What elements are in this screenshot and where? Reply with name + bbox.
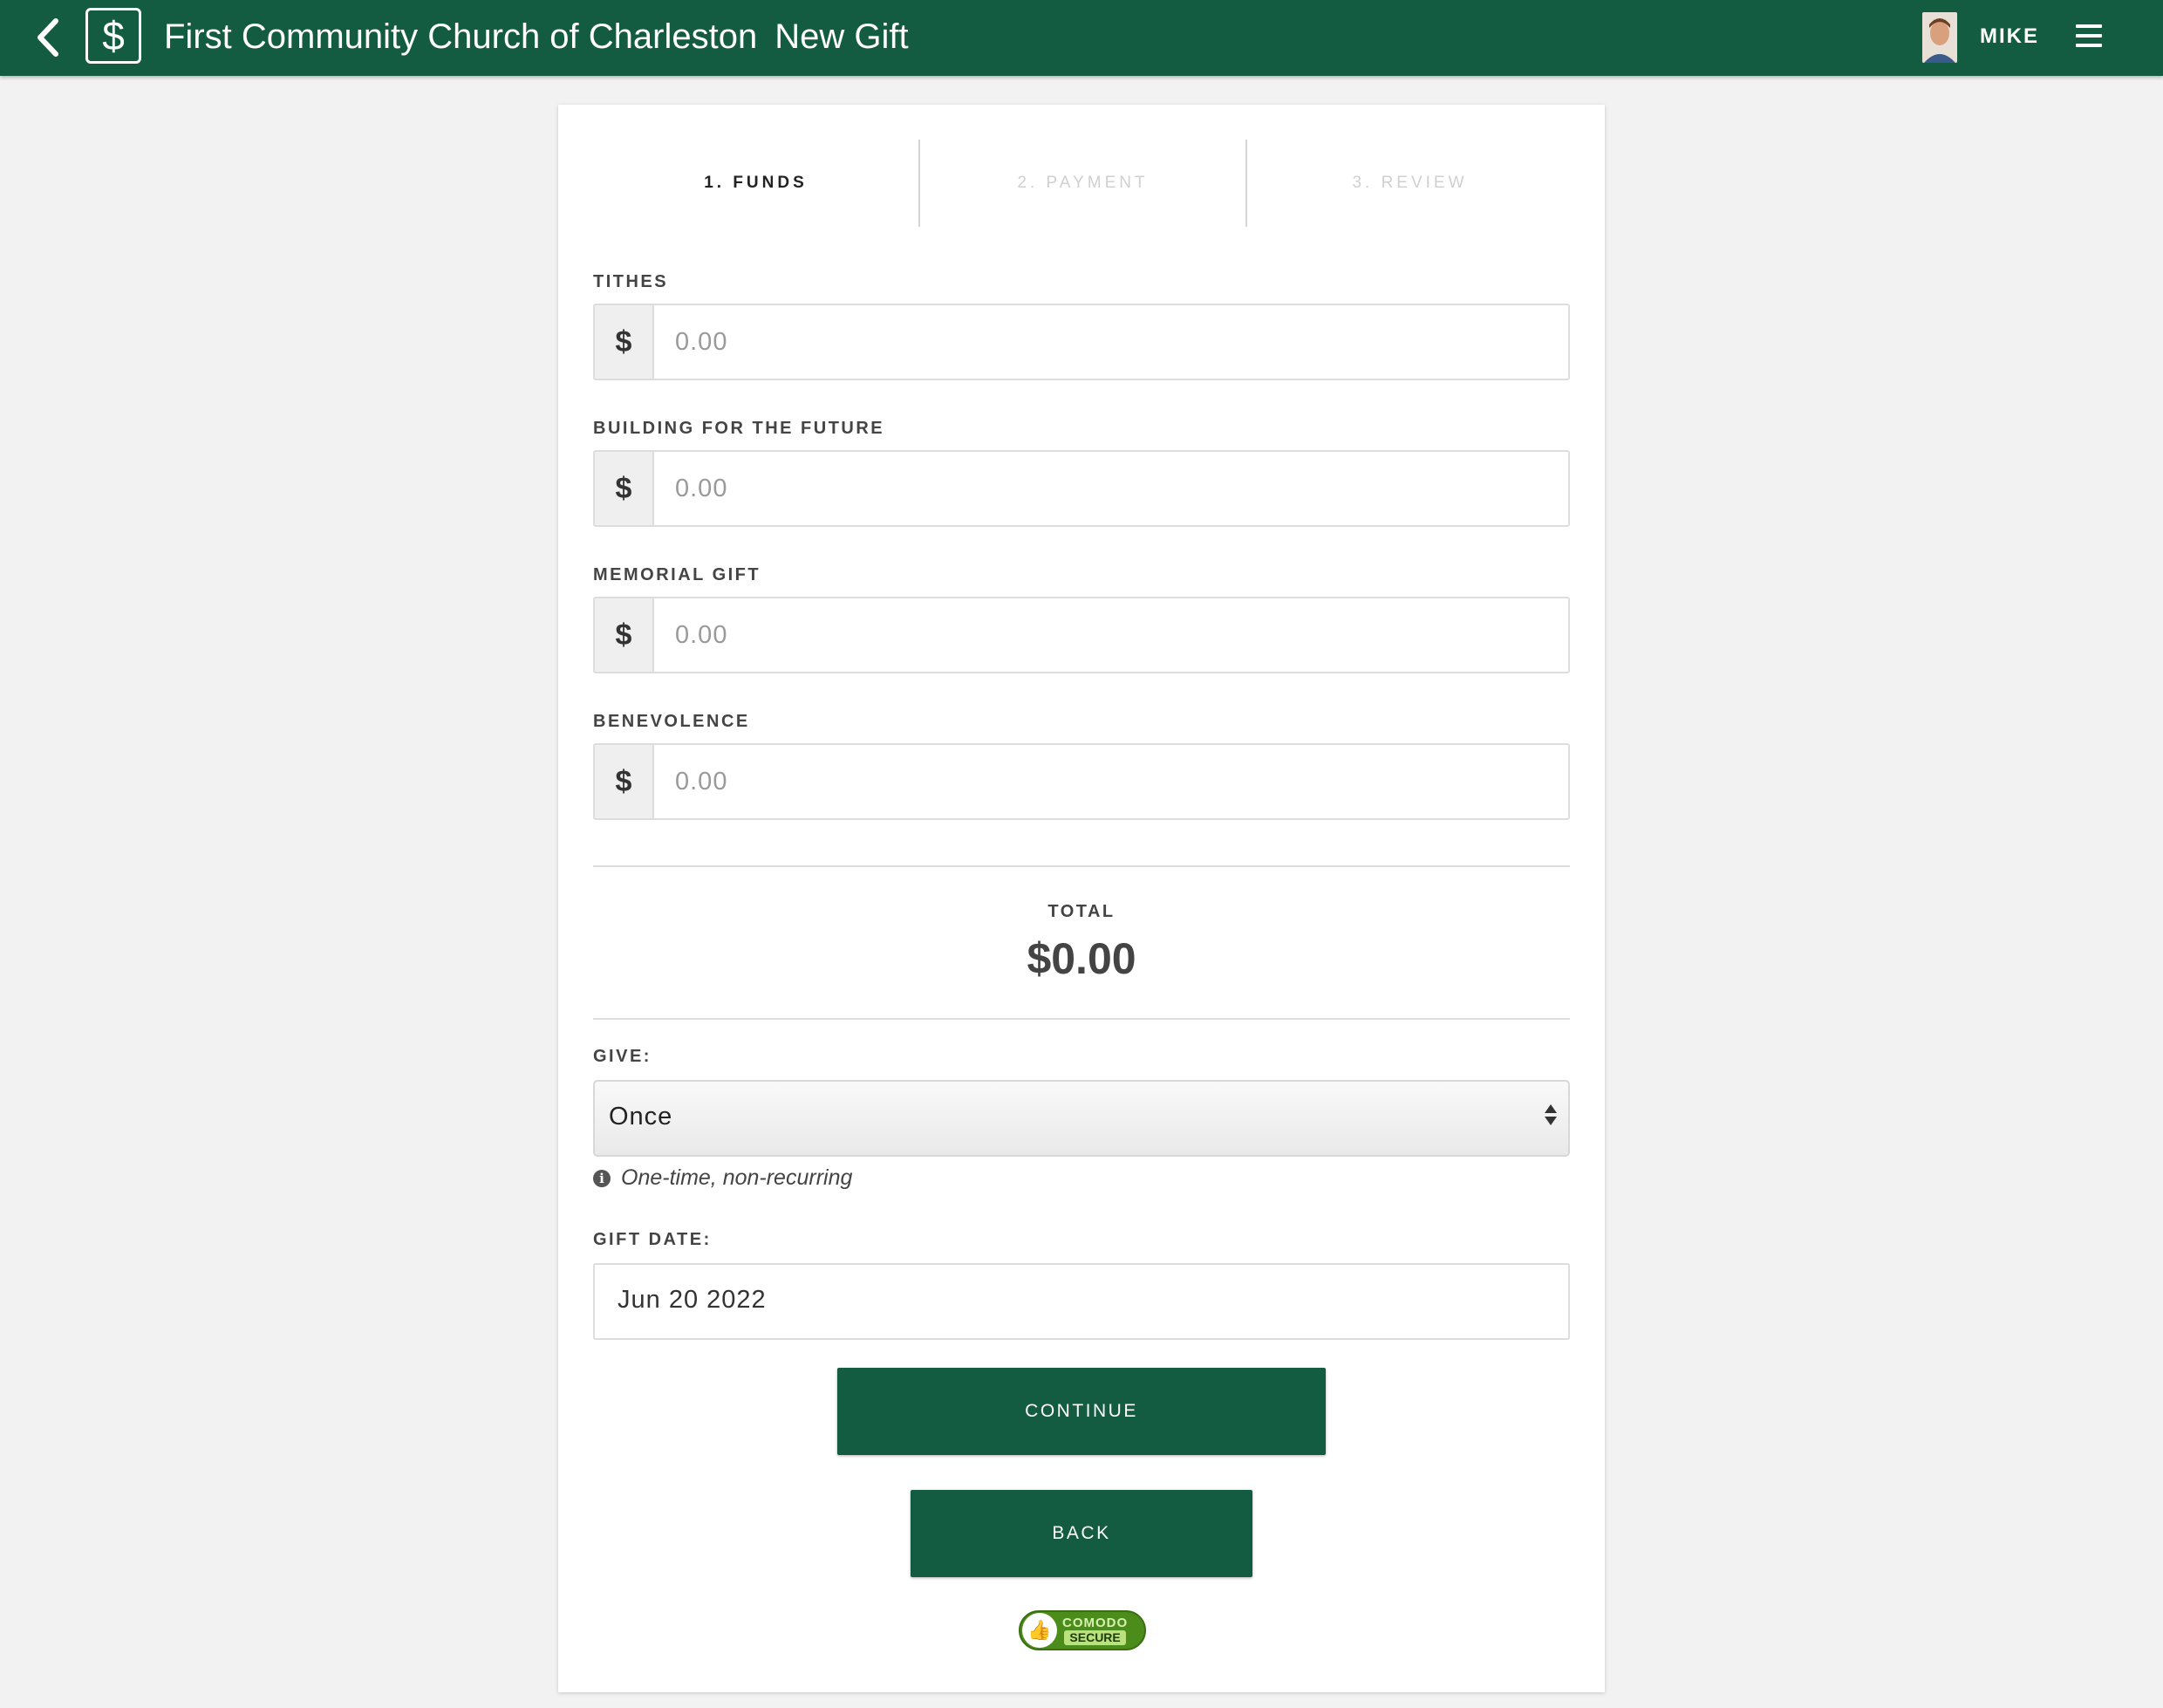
badge-line2: SECURE [1064, 1630, 1126, 1645]
tithes-amount-field: $ [593, 304, 1570, 380]
page-name: New Gift [774, 17, 909, 56]
benevolence-amount-field: $ [593, 743, 1570, 820]
gift-date-value: Jun 20 2022 [618, 1286, 767, 1314]
step-funds[interactable]: 1. FUNDS [593, 140, 918, 227]
building-amount-input[interactable] [654, 452, 1561, 525]
chevron-left-icon [38, 18, 58, 57]
give-label: GIVE: [593, 1047, 652, 1066]
building-amount-field: $ [593, 450, 1570, 527]
continue-button[interactable]: CONTINUE [837, 1368, 1326, 1455]
divider [593, 1018, 1570, 1020]
organization-name: First Community Church of Charleston [164, 17, 758, 56]
fund-label-building: BUILDING FOR THE FUTURE [593, 419, 885, 438]
currency-addon: $ [595, 598, 654, 672]
currency-addon: $ [595, 305, 654, 379]
tithes-amount-input[interactable] [654, 305, 1561, 379]
select-arrows-icon [1544, 1104, 1558, 1125]
badge-line1: COMODO [1062, 1616, 1129, 1630]
fund-label-tithes: TITHES [593, 272, 669, 291]
fund-label-benevolence: BENEVOLENCE [593, 712, 750, 731]
thumbs-up-icon: 👍 [1022, 1613, 1057, 1648]
total-amount: $0.00 [1027, 934, 1136, 983]
gift-form-card: 1. FUNDS 2. PAYMENT 3. REVIEW TITHES $ B… [558, 105, 1605, 1692]
gift-date-label: GIFT DATE: [593, 1230, 712, 1249]
step-payment[interactable]: 2. PAYMENT [920, 140, 1245, 227]
frequency-selected-value: Once [609, 1103, 673, 1131]
total-label: TOTAL [1047, 902, 1116, 921]
frequency-hint-text: One-time, non-recurring [621, 1165, 853, 1190]
frequency-hint: i One-time, non-recurring [593, 1165, 852, 1191]
divider [593, 865, 1570, 867]
currency-addon: $ [595, 452, 654, 525]
frequency-select[interactable]: Once [593, 1080, 1570, 1157]
currency-addon: $ [595, 745, 654, 818]
gift-date-field[interactable]: Jun 20 2022 [593, 1263, 1570, 1340]
back-button-bottom[interactable]: BACK [911, 1490, 1252, 1577]
avatar[interactable] [1922, 12, 1957, 63]
hamburger-menu-icon[interactable] [2076, 24, 2102, 47]
benevolence-amount-input[interactable] [654, 745, 1561, 818]
back-button[interactable] [31, 16, 66, 59]
memorial-amount-field: $ [593, 597, 1570, 673]
step-tabs: 1. FUNDS 2. PAYMENT 3. REVIEW [593, 140, 1570, 227]
user-photo-icon [1922, 12, 1957, 63]
step-review[interactable]: 3. REVIEW [1247, 140, 1573, 227]
user-name[interactable]: MIKE [1980, 24, 2039, 49]
fund-label-memorial: MEMORIAL GIFT [593, 565, 761, 584]
dollar-icon: $ [85, 8, 141, 64]
memorial-amount-input[interactable] [654, 598, 1561, 672]
info-icon: i [593, 1169, 611, 1187]
security-badge: 👍 COMODO SECURE [1019, 1610, 1146, 1650]
top-app-bar: $ First Community Church of Charleston Ne… [0, 0, 2163, 76]
page-title: First Community Church of Charleston New … [164, 16, 909, 58]
